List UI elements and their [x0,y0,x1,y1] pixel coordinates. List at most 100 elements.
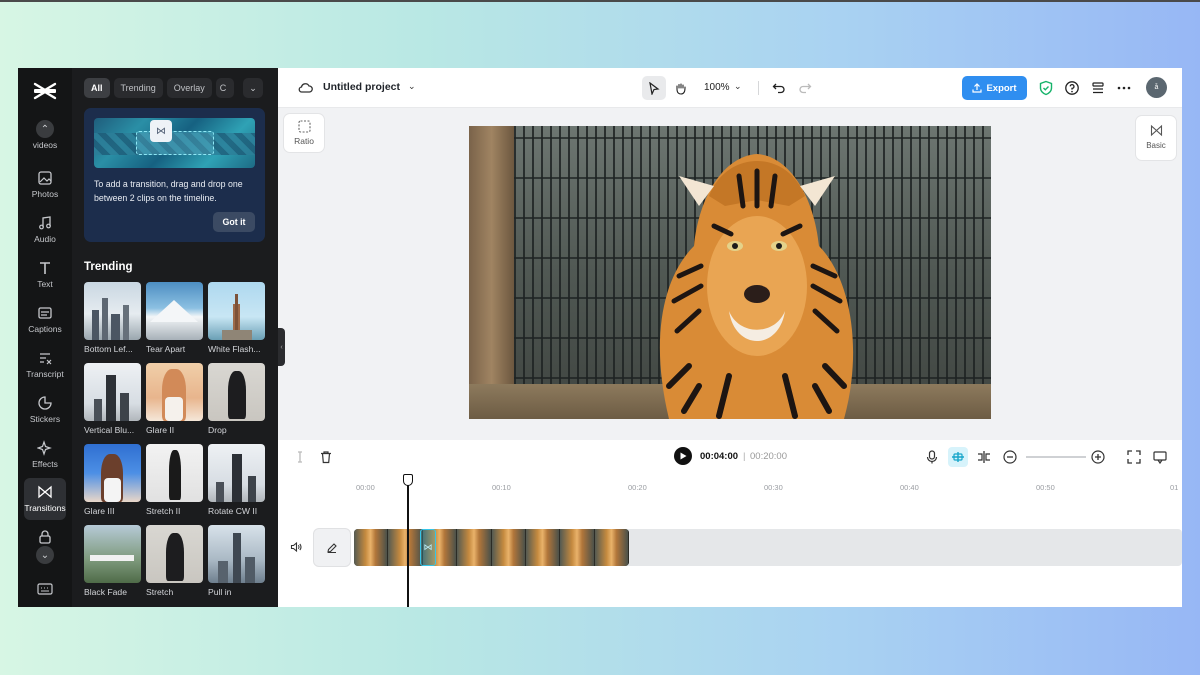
layers-stack-icon[interactable] [1090,80,1106,96]
transition-thumbnail [146,282,203,340]
transition-card[interactable]: Bottom Lef... [84,282,141,354]
transition-card[interactable]: Tear Apart [146,282,203,354]
cloud-icon[interactable] [298,81,313,94]
transition-label: Glare III [84,506,115,516]
transition-card[interactable]: White Flash... [208,282,265,354]
rail-item-photos[interactable]: Photos [24,164,66,206]
split-clip-icon[interactable] [976,449,992,465]
transition-card[interactable]: Glare III [84,444,141,516]
time-ruler[interactable]: 00:00 00:10 00:20 00:30 00:40 00:50 01 [278,474,1182,496]
microphone-icon[interactable] [924,449,940,465]
pencil-icon [327,542,337,553]
rail-item-label: Stickers [29,414,61,424]
transition-label: Vertical Blu... [84,425,135,435]
upload-icon [972,83,983,93]
rail-item-videos[interactable]: videos [24,126,66,150]
transition-card[interactable]: Pull in [208,525,265,597]
music-note-icon [39,216,51,230]
transcript-icon [40,353,52,365]
got-it-button[interactable]: Got it [213,212,255,232]
panel-collapse-handle[interactable]: ‹ [278,328,285,366]
hand-tool-button[interactable] [668,76,692,100]
ruler-tick: 00:40 [900,483,919,492]
rail-item-label: Transitions [24,503,66,513]
tiger-image [659,154,854,419]
zoom-chevron-icon[interactable]: ⌄ [734,81,742,92]
timeline-zoom-slider[interactable] [1026,456,1086,458]
shield-check-icon[interactable] [1038,80,1054,96]
aspect-ratio-icon [297,120,311,133]
play-icon [680,452,687,460]
playhead-line[interactable] [407,474,409,607]
split-cursor-icon[interactable] [292,449,308,465]
undo-icon[interactable] [772,81,786,95]
capcut-editor-window: ⌃ videos Photos Audio Text Captions Tran… [18,68,1182,607]
transition-card[interactable]: Stretch [146,525,203,597]
transition-card[interactable]: Vertical Blu... [84,363,141,435]
zoom-in-icon[interactable] [1090,449,1106,465]
rail-item-label: Captions [28,324,62,334]
transition-thumbnail [146,444,203,502]
ruler-tick: 00:10 [492,483,511,492]
redo-icon[interactable] [798,81,812,95]
transition-tip-card: ⋈ To add a transition, drag and drop one… [84,108,265,242]
transition-card[interactable]: Drop [208,363,265,435]
keyboard-icon[interactable] [37,583,53,595]
transition-card[interactable]: Stretch II [146,444,203,516]
basic-properties-button[interactable]: Basic [1136,116,1176,160]
auto-snap-icon[interactable] [948,447,968,467]
rail-item-label: Audio [34,234,56,244]
rail-scroll-down-icon[interactable]: ⌄ [36,546,54,564]
play-button[interactable] [674,447,692,465]
chip-all[interactable]: All [84,78,110,98]
chips-expand-chevron-icon[interactable]: ⌄ [243,78,263,98]
rail-item-transcript[interactable]: Transcript [24,344,66,386]
timeline: 00:00 00:10 00:20 00:30 00:40 00:50 01 ⋈ [278,474,1182,607]
transition-card[interactable]: Rotate CW II [208,444,265,516]
zoom-out-icon[interactable] [1002,449,1018,465]
rail-item-more[interactable] [24,526,66,546]
project-title[interactable]: Untitled project [323,81,400,93]
rail-item-effects[interactable]: Effects [24,434,66,476]
delete-trash-icon[interactable] [318,449,334,465]
transition-card[interactable]: Glare II [146,363,203,435]
ratio-button[interactable]: Ratio [284,114,324,152]
transition-marker[interactable]: ⋈ [420,529,436,566]
transition-label: Stretch [146,587,174,597]
transition-thumbnail [146,525,203,583]
rail-item-captions[interactable]: Captions [24,299,66,341]
export-button[interactable]: Export [962,76,1027,100]
select-tool-button[interactable] [642,76,666,100]
rail-item-text[interactable]: Text [24,254,66,296]
chip-truncated[interactable]: C [215,78,234,98]
transition-label: Glare II [146,425,175,435]
ratio-label: Ratio [294,136,314,146]
chevron-down-icon[interactable]: ⌄ [408,81,416,92]
chip-overlay[interactable]: Overlay [166,78,212,98]
sticker-icon [38,396,52,410]
rail-item-stickers[interactable]: Stickers [24,389,66,431]
help-icon[interactable] [1064,80,1080,96]
transition-label: White Flash... [208,344,261,354]
capcut-logo-icon[interactable] [31,80,59,102]
edit-cover-button[interactable] [314,529,350,566]
volume-icon[interactable] [290,541,302,553]
transition-card[interactable]: Black Fade [84,525,141,597]
transition-thumbnail [84,282,141,340]
playhead-handle[interactable] [403,474,413,486]
rail-item-transitions[interactable]: Transitions [24,478,66,520]
lock-icon [39,530,51,544]
zoom-level[interactable]: 100% [704,82,730,93]
rail-item-label: Photos [31,189,59,199]
feedback-monitor-icon[interactable] [1152,449,1168,465]
rail-item-audio[interactable]: Audio [24,209,66,251]
user-avatar[interactable]: å [1146,77,1167,98]
video-clip-tiger[interactable] [354,529,629,566]
video-preview[interactable] [469,126,991,419]
fullscreen-icon[interactable] [1126,449,1142,465]
chip-trending[interactable]: Trending [113,78,163,98]
transition-label: Tear Apart [146,344,186,354]
more-options-icon[interactable] [1116,80,1132,96]
rail-item-label: Text [37,279,53,289]
transition-thumbnail [208,525,265,583]
